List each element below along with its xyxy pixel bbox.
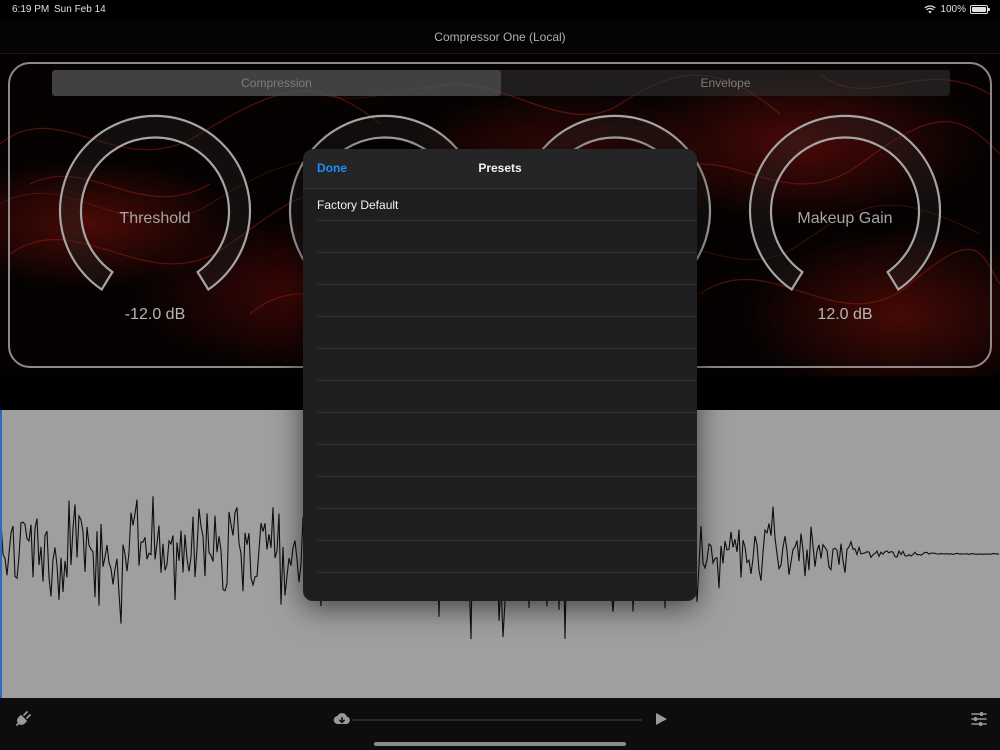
preset-row[interactable]	[317, 221, 697, 253]
sliders-icon[interactable]	[970, 710, 988, 728]
preset-row[interactable]	[317, 541, 697, 573]
playhead[interactable]	[0, 410, 2, 698]
status-time: 6:19 PM	[12, 4, 50, 15]
plug-icon[interactable]	[14, 710, 32, 728]
nav-bar: Compressor One (Local)	[0, 20, 1000, 54]
play-icon[interactable]	[652, 710, 670, 728]
makeup-gain-knob[interactable]: Makeup Gain 12.0 dB	[740, 112, 950, 342]
preset-row[interactable]	[317, 573, 697, 601]
battery-percentage: 100%	[940, 4, 966, 15]
status-indicators: 100%	[924, 4, 990, 15]
page-title: Compressor One (Local)	[434, 30, 566, 44]
battery-fill	[972, 7, 986, 12]
wifi-icon	[924, 5, 937, 14]
status-date: Sun Feb 14	[54, 4, 106, 15]
cloud-download-icon[interactable]	[333, 710, 351, 728]
home-indicator[interactable]	[374, 742, 626, 746]
knob-value: -12.0 dB	[124, 306, 186, 323]
preset-row[interactable]	[317, 477, 697, 509]
preset-row[interactable]	[317, 381, 697, 413]
threshold-knob[interactable]: Threshold -12.0 dB	[50, 112, 260, 342]
knob-arc	[58, 114, 252, 292]
preset-row[interactable]	[317, 509, 697, 541]
knob-label: Threshold	[119, 210, 191, 227]
preset-row-factory-default[interactable]: Factory Default	[317, 189, 697, 221]
popover-title: Presets	[478, 161, 522, 175]
playback-progress-track[interactable]	[352, 719, 642, 721]
knob-value: 12.0 dB	[817, 306, 873, 323]
preset-row[interactable]	[317, 349, 697, 381]
knob-label: Makeup Gain	[797, 210, 893, 227]
preset-row[interactable]	[317, 253, 697, 285]
done-button[interactable]: Done	[317, 161, 347, 175]
preset-row[interactable]	[317, 413, 697, 445]
knob-arc	[748, 114, 942, 292]
tab-envelope[interactable]: Envelope	[501, 70, 950, 96]
presets-popover: Done Presets Factory Default	[303, 149, 697, 601]
presets-list: Factory Default	[303, 189, 697, 601]
tab-bar: Compression Envelope	[52, 70, 950, 96]
preset-row[interactable]	[317, 445, 697, 477]
tab-compression[interactable]: Compression	[52, 70, 501, 96]
status-bar: 6:19 PM Sun Feb 14 100%	[0, 0, 1000, 20]
popover-header: Done Presets	[303, 149, 697, 189]
preset-row[interactable]	[317, 317, 697, 349]
preset-row[interactable]	[317, 285, 697, 317]
battery-icon	[970, 5, 990, 14]
